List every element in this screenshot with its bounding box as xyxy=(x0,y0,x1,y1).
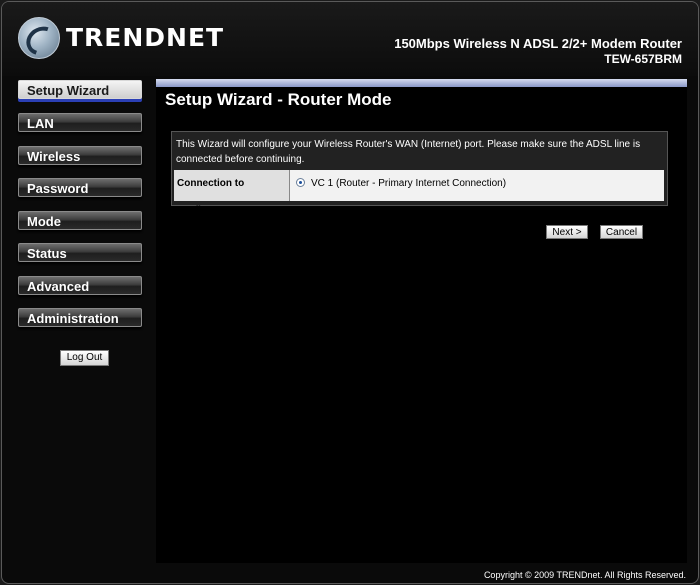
main-top-bar xyxy=(156,79,687,87)
connection-option[interactable]: VC 1 (Router - Primary Internet Connecti… xyxy=(290,170,664,201)
next-button[interactable]: Next > xyxy=(546,225,588,239)
nav-lan[interactable]: LAN xyxy=(18,113,142,132)
nav-advanced[interactable]: Advanced xyxy=(18,276,142,295)
logout-button[interactable]: Log Out xyxy=(60,350,109,366)
nav-password[interactable]: Password xyxy=(18,178,142,197)
connection-option-label: VC 1 (Router - Primary Internet Connecti… xyxy=(311,178,507,189)
connection-label: Connection to configure: xyxy=(174,170,290,216)
copyright-text: Copyright © 2009 TRENDnet. All Rights Re… xyxy=(483,570,686,580)
connection-row: Connection to configure: VC 1 (Router - … xyxy=(174,170,664,216)
cancel-button[interactable]: Cancel xyxy=(600,225,643,239)
product-title: 150Mbps Wireless N ADSL 2/2+ Modem Route… xyxy=(394,36,682,51)
nav-setup-wizard[interactable]: Setup Wizard xyxy=(18,80,142,99)
product-model: TEW-657BRM xyxy=(604,52,682,66)
nav-administration[interactable]: Administration xyxy=(18,308,142,327)
header: TRENDNET 150Mbps Wireless N ADSL 2/2+ Mo… xyxy=(2,2,698,76)
page-title: Setup Wizard - Router Mode xyxy=(165,90,392,109)
main-panel: Setup Wizard - Router Mode This Wizard w… xyxy=(156,79,687,563)
radio-selected-icon[interactable] xyxy=(296,178,305,187)
router-admin-window: TRENDNET 150Mbps Wireless N ADSL 2/2+ Mo… xyxy=(1,1,699,584)
nav-status[interactable]: Status xyxy=(18,243,142,262)
wizard-panel: This Wizard will configure your Wireless… xyxy=(171,131,668,216)
wizard-intro-text: This Wizard will configure your Wireless… xyxy=(176,139,641,165)
nav-mode[interactable]: Mode xyxy=(18,211,142,230)
nav-wireless[interactable]: Wireless xyxy=(18,146,142,165)
brand-logo-text: TRENDNET xyxy=(66,23,225,52)
trendnet-logo-icon xyxy=(18,17,63,61)
